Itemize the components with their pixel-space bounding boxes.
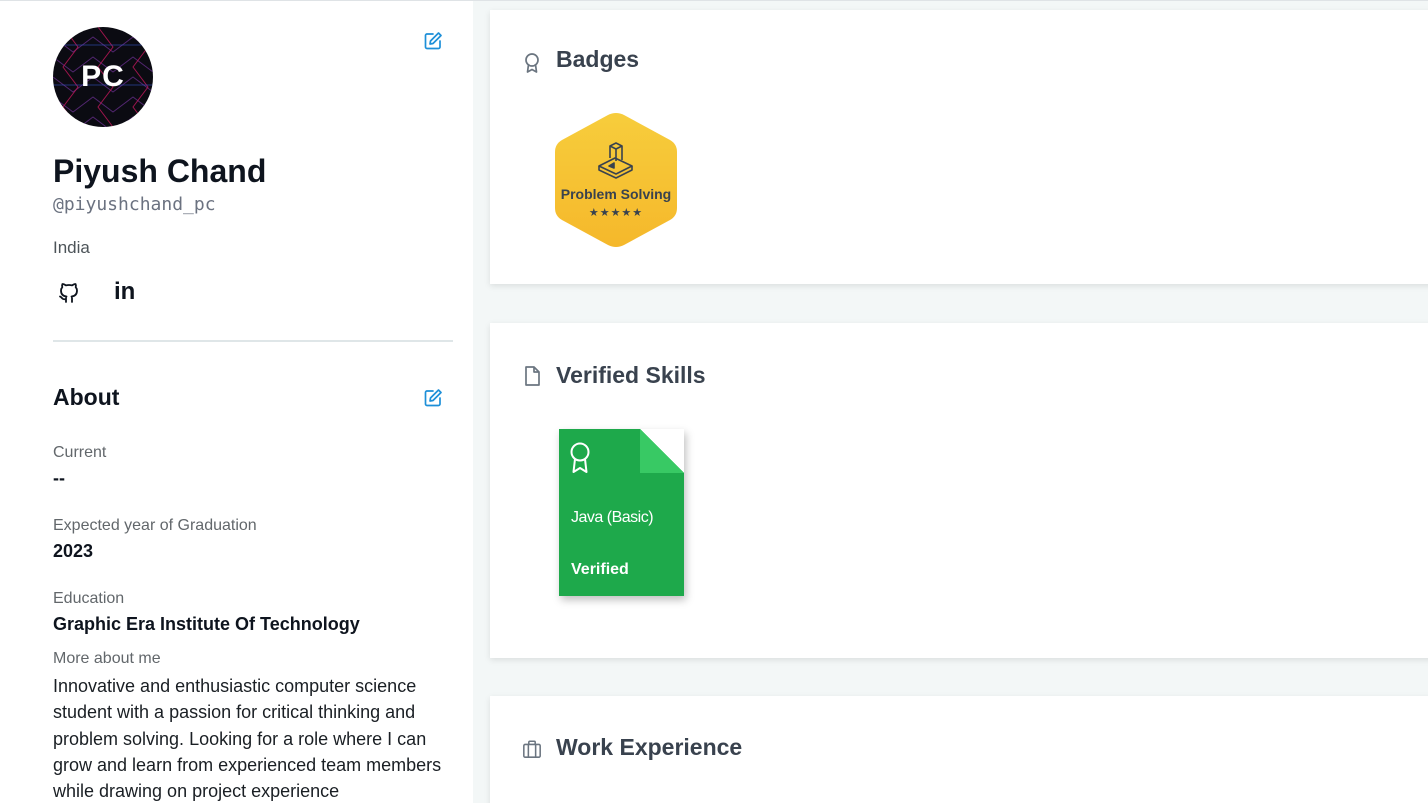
linkedin-link[interactable]: in — [114, 278, 135, 306]
work-experience-card: Work Experience — [490, 696, 1428, 803]
divider — [53, 340, 453, 342]
briefcase-icon — [523, 740, 541, 758]
current-label: Current — [53, 444, 107, 461]
verified-skills-card: Verified Skills Java (Basic) Verified — [490, 323, 1428, 658]
badge-problem-solving[interactable]: Problem Solving ★★★★★ — [552, 110, 680, 250]
profile-name: Piyush Chand — [53, 153, 267, 189]
skill-status: Verified — [571, 561, 629, 578]
verified-skills-title: Verified Skills — [556, 362, 706, 388]
skill-card-fold — [640, 429, 684, 473]
skill-card-java-basic[interactable]: Java (Basic) Verified — [559, 429, 684, 596]
badge-stars: ★★★★★ — [588, 207, 644, 219]
graduation-value: 2023 — [53, 541, 94, 561]
about-title: About — [53, 384, 120, 410]
linkedin-icon: in — [114, 278, 136, 305]
more-about-label: More about me — [53, 650, 161, 667]
work-experience-title: Work Experience — [556, 734, 743, 760]
edit-profile-button[interactable] — [423, 31, 443, 51]
award-icon — [525, 53, 539, 73]
github-icon — [59, 283, 78, 303]
avatar-initials: PC — [81, 60, 125, 93]
profile-sidebar: PC Piyush Chand @piyushchand_pc India in… — [0, 1, 473, 803]
profile-country: India — [53, 238, 90, 257]
badge-hexagon — [555, 113, 677, 247]
edit-icon — [424, 32, 442, 50]
badges-title: Badges — [556, 46, 640, 72]
graduation-label: Expected year of Graduation — [53, 517, 257, 534]
edit-icon — [424, 389, 442, 407]
current-value: -- — [53, 468, 65, 488]
github-link[interactable] — [57, 278, 81, 306]
certificate-icon — [570, 442, 590, 473]
badge-name: Problem Solving — [560, 186, 672, 202]
education-label: Education — [53, 590, 125, 607]
edit-about-button[interactable] — [423, 388, 443, 408]
badges-card: Badges Problem Solving ★★★★★ — [490, 10, 1428, 284]
skill-name: Java (Basic) — [571, 509, 654, 526]
profile-handle: @piyushchand_pc — [53, 194, 216, 215]
document-icon — [525, 366, 540, 386]
avatar[interactable]: PC — [53, 27, 153, 127]
bio-text: Innovative and enthusiastic computer sci… — [53, 676, 442, 802]
education-value: Graphic Era Institute Of Technology — [53, 614, 360, 634]
